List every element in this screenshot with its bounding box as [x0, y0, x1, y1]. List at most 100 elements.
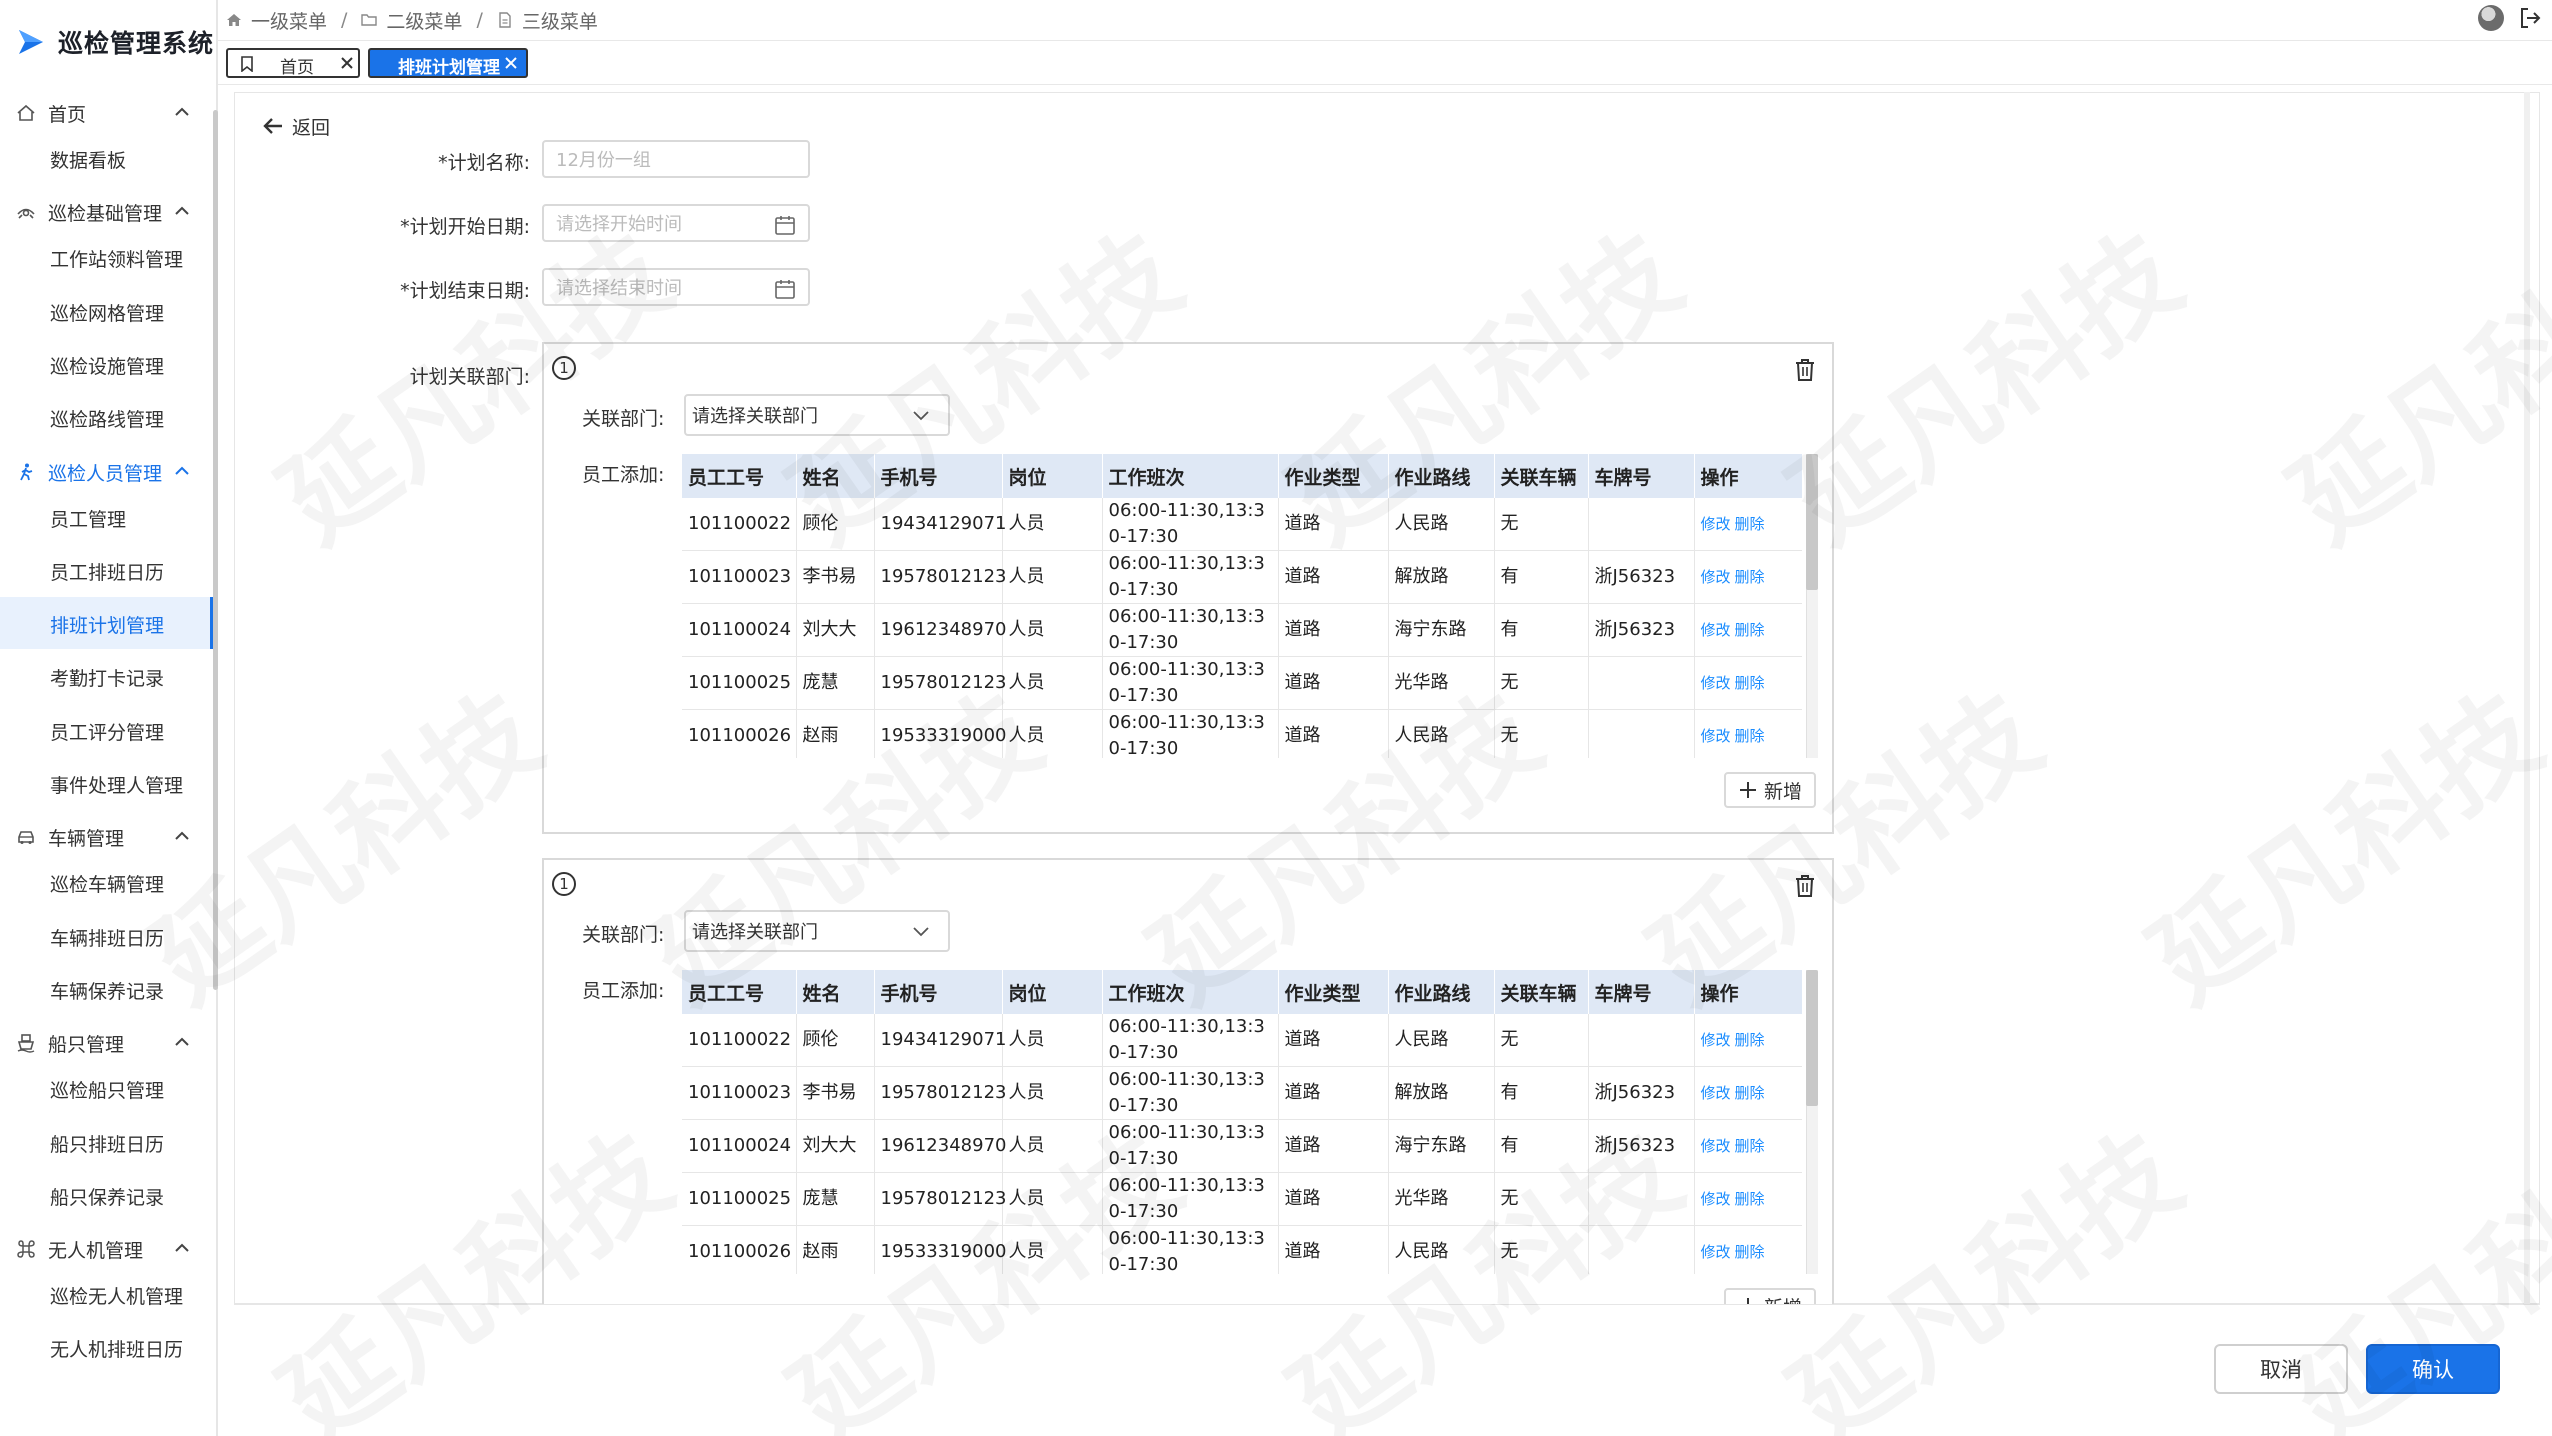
table-cell: 人民路 [1388, 498, 1495, 551]
sidebar-group-5[interactable]: 无人机管理 [0, 1228, 210, 1268]
sidebar-group-0[interactable]: 首页 [0, 92, 210, 132]
sidebar-group-3[interactable]: 车辆管理 [0, 816, 210, 856]
sidebar-item[interactable]: 船只保养记录 [0, 1169, 214, 1221]
sidebar-item[interactable]: 事件处理人管理 [0, 757, 214, 809]
sidebar-item[interactable]: 员工管理 [0, 491, 214, 543]
avatar[interactable] [2478, 5, 2504, 31]
table-scrollbar-thumb[interactable] [1806, 970, 1818, 1106]
table-cell: 道路 [1278, 498, 1389, 551]
dept-select[interactable]: 请选择关联部门 [684, 394, 950, 436]
edit-link[interactable]: 修改 [1701, 1243, 1731, 1261]
delete-link[interactable]: 删除 [1735, 674, 1765, 692]
edit-link[interactable]: 修改 [1701, 621, 1731, 639]
edit-link[interactable]: 修改 [1701, 1031, 1731, 1049]
close-icon[interactable] [502, 54, 520, 72]
sidebar-item[interactable]: 车辆保养记录 [0, 963, 214, 1015]
sidebar-scrollbar[interactable] [213, 110, 218, 990]
delete-link[interactable]: 删除 [1735, 1190, 1765, 1208]
sidebar-item[interactable]: 船只排班日历 [0, 1116, 214, 1168]
sidebar-item[interactable]: 巡检船只管理 [0, 1062, 214, 1114]
sidebar-item[interactable]: 员工排班日历 [0, 544, 214, 596]
delete-link[interactable]: 删除 [1735, 515, 1765, 533]
chevron-up-icon[interactable] [172, 201, 192, 221]
table-cell: 101100024 [682, 603, 797, 657]
delete-link[interactable]: 删除 [1735, 1031, 1765, 1049]
breadcrumb-item-1[interactable]: 一级菜单 [226, 7, 327, 34]
sidebar-item-label: 员工评分管理 [50, 721, 165, 744]
sidebar-item[interactable]: 巡检路线管理 [0, 391, 214, 443]
content-scrollbar[interactable] [2524, 92, 2530, 1304]
chevron-up-icon[interactable] [172, 826, 192, 846]
table-header-row: 员工工号 姓名 手机号 岗位 工作班次 作业类型 作业路线 关联车辆 车牌号 操作 [682, 454, 1802, 498]
table-cell: 06:00-11:30,13:30-17:30 [1102, 1119, 1279, 1173]
eye-icon [17, 209, 35, 219]
delete-link[interactable]: 删除 [1735, 568, 1765, 586]
add-staff-button[interactable]: 新增 [1724, 1288, 1816, 1304]
edit-link[interactable]: 修改 [1701, 1084, 1731, 1102]
tab-label: 排班计划管理 [398, 58, 500, 78]
start-date-label: *计划开始日期: [400, 216, 530, 238]
table-cell: 人员 [1002, 1225, 1103, 1274]
tab-home[interactable]: 首页 [226, 48, 360, 78]
sidebar-item[interactable]: 数据看板 [0, 132, 214, 184]
confirm-button[interactable]: 确认 [2366, 1344, 2500, 1394]
trash-icon[interactable] [1794, 874, 1816, 898]
delete-link[interactable]: 删除 [1735, 727, 1765, 745]
tab-bar: 首页 排班计划管理 [218, 44, 2552, 84]
edit-link[interactable]: 修改 [1701, 727, 1731, 745]
table-cell: 19578012123 [874, 550, 1006, 604]
edit-link[interactable]: 修改 [1701, 1190, 1731, 1208]
sidebar-item[interactable]: 巡检设施管理 [0, 338, 214, 390]
cancel-button[interactable]: 取消 [2214, 1344, 2348, 1394]
sidebar-item[interactable]: 排班计划管理 [0, 597, 214, 650]
table-cell: 有 [1494, 550, 1589, 604]
dept-panel-clip: 1 关联部门: 请选择关联部门 员工添加: 员工工号 姓名 手机号 岗位 工作班次 作业类型 作业路… [542, 858, 1834, 1304]
sidebar-group-1[interactable]: 巡检基础管理 [0, 191, 210, 231]
sidebar-item[interactable]: 车辆排班日历 [0, 910, 214, 962]
breadcrumb-item-2[interactable]: 二级菜单 [361, 7, 462, 34]
edit-link[interactable]: 修改 [1701, 674, 1731, 692]
edit-link[interactable]: 修改 [1701, 1137, 1731, 1155]
chevron-up-icon[interactable] [172, 1032, 192, 1052]
close-icon[interactable] [338, 54, 356, 72]
chevron-up-icon[interactable] [172, 461, 192, 481]
sidebar-item[interactable]: 考勤打卡记录 [0, 650, 214, 702]
calendar-icon[interactable] [774, 278, 796, 300]
delete-link[interactable]: 删除 [1735, 1243, 1765, 1261]
start-date-picker[interactable]: 请选择开始时间 [542, 204, 810, 242]
column-header: 工作班次 [1102, 970, 1279, 1014]
add-staff-button[interactable]: 新增 [1724, 772, 1816, 808]
dept-section-label: 计划关联部门: [409, 366, 530, 388]
dept-label: 关联部门: [582, 408, 665, 430]
delete-link[interactable]: 删除 [1735, 621, 1765, 639]
chevron-up-icon[interactable] [172, 1238, 192, 1258]
table-scrollbar-thumb[interactable] [1806, 454, 1818, 590]
table-cell: 道路 [1278, 709, 1389, 758]
sidebar-group-4[interactable]: 船只管理 [0, 1022, 210, 1062]
back-label: 返回 [292, 116, 331, 139]
logout-icon[interactable] [2518, 6, 2542, 30]
tab-schedule-plan[interactable]: 排班计划管理 [368, 48, 528, 78]
sidebar-item[interactable]: 巡检无人机管理 [0, 1268, 214, 1320]
sidebar-item[interactable]: 工作站领料管理 [0, 231, 214, 283]
calendar-icon[interactable] [774, 214, 796, 236]
dept-select[interactable]: 请选择关联部门 [684, 910, 950, 952]
sidebar-item-label: 巡检网格管理 [50, 302, 165, 325]
trash-icon[interactable] [1794, 358, 1816, 382]
edit-link[interactable]: 修改 [1701, 515, 1731, 533]
edit-link[interactable]: 修改 [1701, 568, 1731, 586]
sidebar-item[interactable]: 巡检网格管理 [0, 285, 214, 337]
table-actions: 修改 删除 [1694, 1172, 1802, 1226]
app-title: 巡检管理系统 [58, 29, 215, 58]
chevron-up-icon[interactable] [172, 102, 192, 122]
sidebar-item[interactable]: 员工评分管理 [0, 704, 214, 756]
breadcrumb-label: 二级菜单 [386, 10, 463, 33]
back-button[interactable]: 返回 [262, 110, 330, 142]
delete-link[interactable]: 删除 [1735, 1084, 1765, 1102]
end-date-picker[interactable]: 请选择结束时间 [542, 268, 810, 306]
sidebar-item[interactable]: 巡检车辆管理 [0, 856, 214, 908]
sidebar-item[interactable]: 无人机排班日历 [0, 1321, 214, 1373]
delete-link[interactable]: 删除 [1735, 1137, 1765, 1155]
plan-name-input[interactable]: 12月份一组 [542, 140, 810, 178]
sidebar-group-2[interactable]: 巡检人员管理 [0, 451, 210, 491]
